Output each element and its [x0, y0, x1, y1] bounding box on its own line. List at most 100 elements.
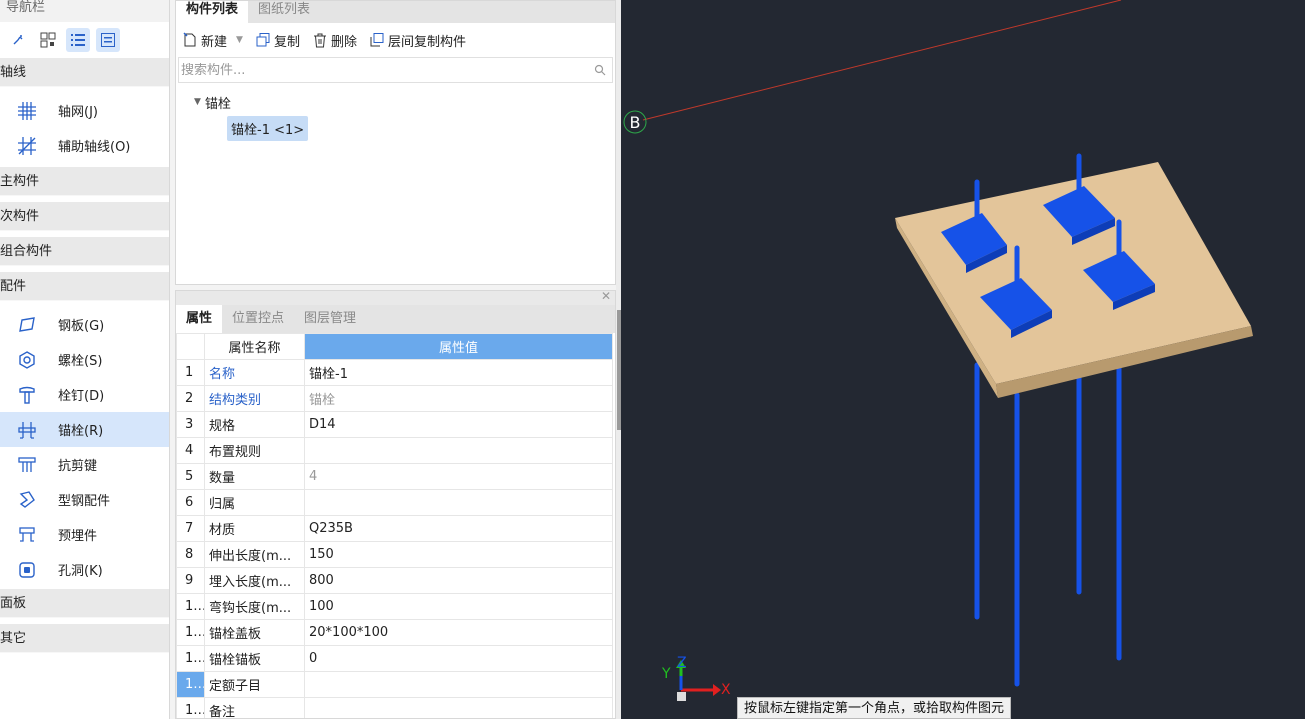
- search-box: [178, 57, 613, 83]
- close-icon[interactable]: ✕: [601, 291, 611, 303]
- property-value[interactable]: [304, 437, 613, 464]
- property-value[interactable]: 150: [304, 541, 613, 568]
- row-index: 11: [176, 619, 205, 646]
- nav-item-section-steel[interactable]: 型钢配件: [0, 482, 169, 517]
- delete-button[interactable]: 删除: [312, 31, 357, 50]
- nav-item-hole[interactable]: 孔洞(K): [0, 552, 169, 587]
- list-view-icon[interactable]: [66, 28, 90, 52]
- tab-layer-management[interactable]: 图层管理: [294, 305, 366, 333]
- new-label: 新建: [201, 34, 228, 50]
- nav-toolbar: [0, 22, 169, 58]
- dropdown-arrow-icon[interactable]: ▼: [236, 35, 243, 45]
- property-value[interactable]: 100: [304, 593, 613, 620]
- table-row[interactable]: 8 伸出长度(m... 150: [176, 541, 613, 568]
- tab-position-control[interactable]: 位置控点: [222, 305, 294, 333]
- table-row[interactable]: 13 定额子目: [176, 671, 613, 698]
- property-header-row: 属性名称 属性值: [176, 333, 613, 360]
- table-row[interactable]: 3 规格 D14: [176, 411, 613, 438]
- property-name: 布置规则: [204, 437, 305, 464]
- tree-item-anchor-bolt-1[interactable]: 锚栓-1 <1>: [227, 115, 309, 141]
- row-index: 2: [176, 385, 205, 412]
- nav-item-label: 抗剪键: [58, 459, 98, 474]
- copy-label: 复制: [273, 34, 300, 50]
- property-value[interactable]: [304, 697, 613, 718]
- nav-item-shear-key[interactable]: 抗剪键: [0, 447, 169, 482]
- nav-item-label: 预埋件: [58, 529, 98, 544]
- property-value[interactable]: [304, 671, 613, 698]
- category-secondary[interactable]: 次构件: [0, 202, 169, 231]
- app-window: 导航栏 轴线 轴网(J) 辅助轴线(O) 主构件 次构件 组合构件 配件 钢板(…: [0, 0, 1305, 719]
- property-value[interactable]: Q235B: [304, 515, 613, 542]
- floor-copy-button[interactable]: 层间复制构件: [369, 31, 466, 50]
- nav-item-label: 锚栓(R): [58, 424, 104, 439]
- table-row[interactable]: 2 结构类别 锚栓: [176, 385, 613, 412]
- tab-component-list[interactable]: 构件列表: [176, 1, 249, 23]
- pin-icon[interactable]: [6, 28, 30, 52]
- category-fittings[interactable]: 配件: [0, 272, 169, 301]
- nav-item-bolt[interactable]: 螺栓(S): [0, 342, 169, 377]
- nav-item-label: 辅助轴线(O): [58, 140, 131, 155]
- table-row[interactable]: 1 名称 锚栓-1: [176, 359, 613, 386]
- property-value[interactable]: 800: [304, 567, 613, 594]
- nav-item-grid[interactable]: 轴网(J): [0, 93, 169, 128]
- tab-drawing-list[interactable]: 图纸列表: [248, 1, 320, 23]
- property-name: 数量: [204, 463, 305, 490]
- category-main[interactable]: 主构件: [0, 167, 169, 196]
- nav-item-stud[interactable]: 栓钉(D): [0, 377, 169, 412]
- table-row[interactable]: 6 归属: [176, 489, 613, 516]
- property-value[interactable]: 0: [304, 645, 613, 672]
- anchor-bolt-icon: [16, 419, 38, 441]
- property-value[interactable]: [304, 489, 613, 516]
- table-row[interactable]: 11 锚栓盖板 20*100*100: [176, 619, 613, 646]
- property-tabs: 属性 位置控点 图层管理: [176, 305, 615, 333]
- row-index: 8: [176, 541, 205, 568]
- status-prompt: 按鼠标左键指定第一个角点，或拾取构件图元: [737, 697, 1012, 719]
- qr-view-icon[interactable]: [36, 28, 60, 52]
- detail-view-icon[interactable]: [96, 28, 120, 52]
- section-steel-icon: [16, 489, 38, 511]
- component-tabs: 构件列表 图纸列表: [176, 1, 615, 23]
- property-name: 伸出长度(m...: [204, 541, 305, 568]
- row-index: 5: [176, 463, 205, 490]
- property-name: 结构类别: [204, 385, 305, 412]
- category-panel[interactable]: 面板: [0, 589, 169, 618]
- category-group[interactable]: 组合构件: [0, 237, 169, 266]
- new-button[interactable]: 新建 ▼: [182, 31, 243, 50]
- table-row[interactable]: 10 弯钩长度(m... 100: [176, 593, 613, 620]
- model-viewport[interactable]: B X Y Z: [621, 0, 1305, 719]
- model-canvas[interactable]: B X Y Z: [621, 0, 1305, 719]
- tab-properties[interactable]: 属性: [176, 305, 223, 333]
- delete-label: 删除: [330, 34, 357, 50]
- nav-item-embedded-part[interactable]: 预埋件: [0, 517, 169, 552]
- category-axis[interactable]: 轴线: [0, 58, 169, 87]
- nav-item-anchor-bolt[interactable]: 锚栓(R): [0, 412, 169, 447]
- caret-down-icon[interactable]: ▼: [194, 97, 201, 107]
- nav-item-steel-plate[interactable]: 钢板(G): [0, 307, 169, 342]
- property-value[interactable]: 20*100*100: [304, 619, 613, 646]
- nav-item-label: 型钢配件: [58, 494, 111, 509]
- table-row[interactable]: 14 备注: [176, 697, 613, 718]
- table-row[interactable]: 4 布置规则: [176, 437, 613, 464]
- table-row[interactable]: 9 埋入长度(m... 800: [176, 567, 613, 594]
- table-row[interactable]: 5 数量 4: [176, 463, 613, 490]
- nav-item-aux-axis[interactable]: 辅助轴线(O): [0, 128, 169, 163]
- property-name: 弯钩长度(m...: [204, 593, 305, 620]
- row-index: 6: [176, 489, 205, 516]
- property-value[interactable]: D14: [304, 411, 613, 438]
- search-input[interactable]: [181, 62, 561, 78]
- copy-icon: [256, 33, 270, 47]
- coord-x-label: X: [721, 682, 731, 698]
- copy-button[interactable]: 复制: [255, 31, 300, 50]
- header-corner: [176, 333, 205, 360]
- tree-group-anchor-bolt[interactable]: ▼ 锚栓: [176, 89, 615, 115]
- search-icon[interactable]: [594, 64, 606, 76]
- property-value: 锚栓: [304, 385, 613, 412]
- property-value[interactable]: 锚栓-1: [304, 359, 613, 386]
- category-other[interactable]: 其它: [0, 624, 169, 653]
- row-index: 14: [176, 697, 205, 718]
- stud-icon: [16, 384, 38, 406]
- row-index: 9: [176, 567, 205, 594]
- table-row[interactable]: 12 锚栓锚板 0: [176, 645, 613, 672]
- table-row[interactable]: 7 材质 Q235B: [176, 515, 613, 542]
- trash-icon: [313, 33, 326, 48]
